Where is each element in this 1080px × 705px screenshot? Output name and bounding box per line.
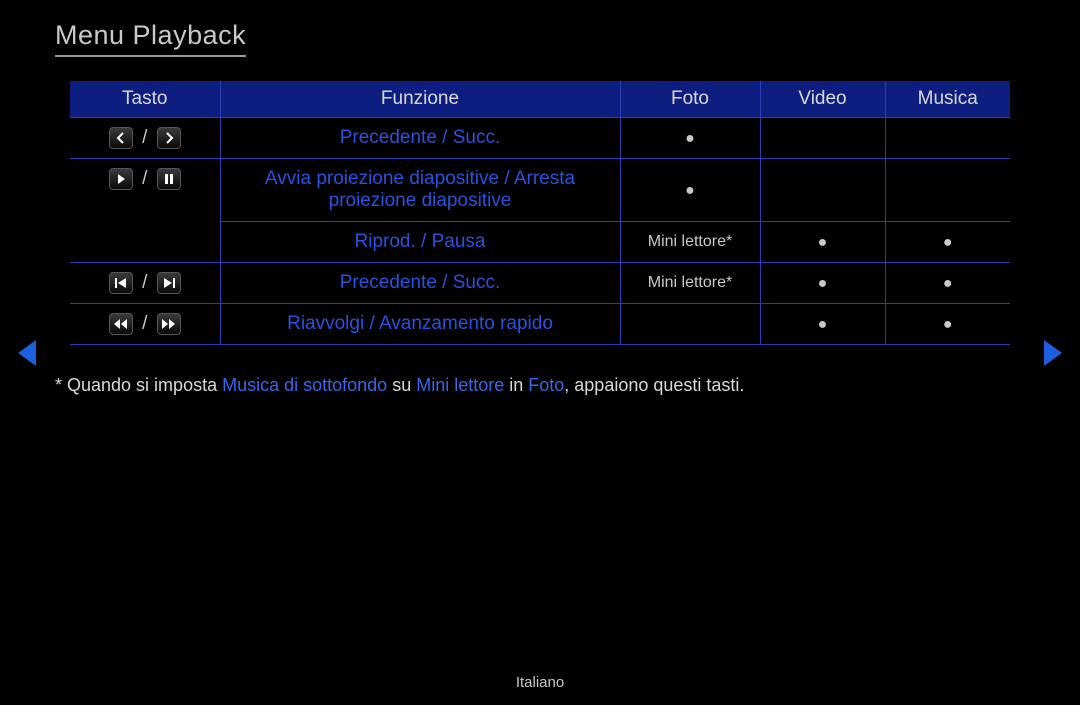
cell-foto: ● (620, 118, 760, 159)
cell-func: Avvia proiezione diapositive / Arresta p… (220, 159, 620, 222)
footnote: * Quando si imposta Musica di sottofondo… (55, 375, 1025, 396)
cell-foto: ● (620, 159, 760, 222)
cell-video (760, 159, 885, 222)
cell-musica (885, 118, 1010, 159)
cell-video: ● (760, 222, 885, 263)
footnote-highlight: Mini lettore (416, 375, 504, 395)
footnote-highlight: Foto (528, 375, 564, 395)
footnote-text: * Quando si imposta (55, 375, 222, 395)
dot-icon: ● (943, 234, 953, 251)
footnote-text: in (504, 375, 528, 395)
cell-musica: ● (885, 222, 1010, 263)
chevron-right-icon (157, 127, 181, 149)
footnote-text: , appaiono questi tasti. (564, 375, 744, 395)
table-row: / Riavvolgi / Avanzamento rapido ● ● (70, 304, 1010, 345)
cell-musica: ● (885, 263, 1010, 304)
skip-prev-icon (109, 272, 133, 294)
fastforward-icon (157, 313, 181, 335)
pause-icon (157, 168, 181, 190)
header-key: Tasto (70, 81, 220, 118)
language-footer: Italiano (0, 674, 1080, 691)
play-icon (109, 168, 133, 190)
rewind-icon (109, 313, 133, 335)
dot-icon: ● (818, 316, 828, 333)
cell-func: Riprod. / Pausa (220, 222, 620, 263)
cell-musica: ● (885, 304, 1010, 345)
skip-next-icon (157, 272, 181, 294)
cell-key: / (70, 263, 220, 304)
slash: / (142, 127, 147, 148)
dot-icon: ● (685, 182, 695, 199)
slash: / (142, 168, 147, 189)
header-foto: Foto (620, 81, 760, 118)
header-video: Video (760, 81, 885, 118)
footnote-highlight: Musica di sottofondo (222, 375, 387, 395)
table-row: / Precedente / Succ. Mini lettore* ● ● (70, 263, 1010, 304)
header-func: Funzione (220, 81, 620, 118)
dot-icon: ● (818, 234, 828, 251)
slash: / (142, 272, 147, 293)
cell-video: ● (760, 263, 885, 304)
manual-page: Menu Playback Tasto Funzione Foto Video … (0, 0, 1080, 705)
cell-video: ● (760, 304, 885, 345)
cell-key: / (70, 118, 220, 159)
cell-key: / (70, 159, 220, 263)
table-row: / Precedente / Succ. ● (70, 118, 1010, 159)
table-header-row: Tasto Funzione Foto Video Musica (70, 81, 1010, 118)
dot-icon: ● (685, 130, 695, 147)
nav-prev-icon[interactable] (18, 340, 36, 366)
cell-func: Precedente / Succ. (220, 263, 620, 304)
cell-musica (885, 159, 1010, 222)
page-title: Menu Playback (55, 20, 246, 57)
cell-foto: Mini lettore* (620, 222, 760, 263)
table-row: / Avvia proiezione diapositive / Arresta… (70, 159, 1010, 222)
cell-foto (620, 304, 760, 345)
cell-foto: Mini lettore* (620, 263, 760, 304)
dot-icon: ● (943, 275, 953, 292)
header-musica: Musica (885, 81, 1010, 118)
dot-icon: ● (943, 316, 953, 333)
cell-func: Riavvolgi / Avanzamento rapido (220, 304, 620, 345)
cell-func: Precedente / Succ. (220, 118, 620, 159)
footnote-text: su (387, 375, 416, 395)
slash: / (142, 313, 147, 334)
cell-video (760, 118, 885, 159)
playback-table: Tasto Funzione Foto Video Musica / Prece… (70, 81, 1010, 345)
dot-icon: ● (818, 275, 828, 292)
chevron-left-icon (109, 127, 133, 149)
cell-key: / (70, 304, 220, 345)
nav-next-icon[interactable] (1044, 340, 1062, 366)
